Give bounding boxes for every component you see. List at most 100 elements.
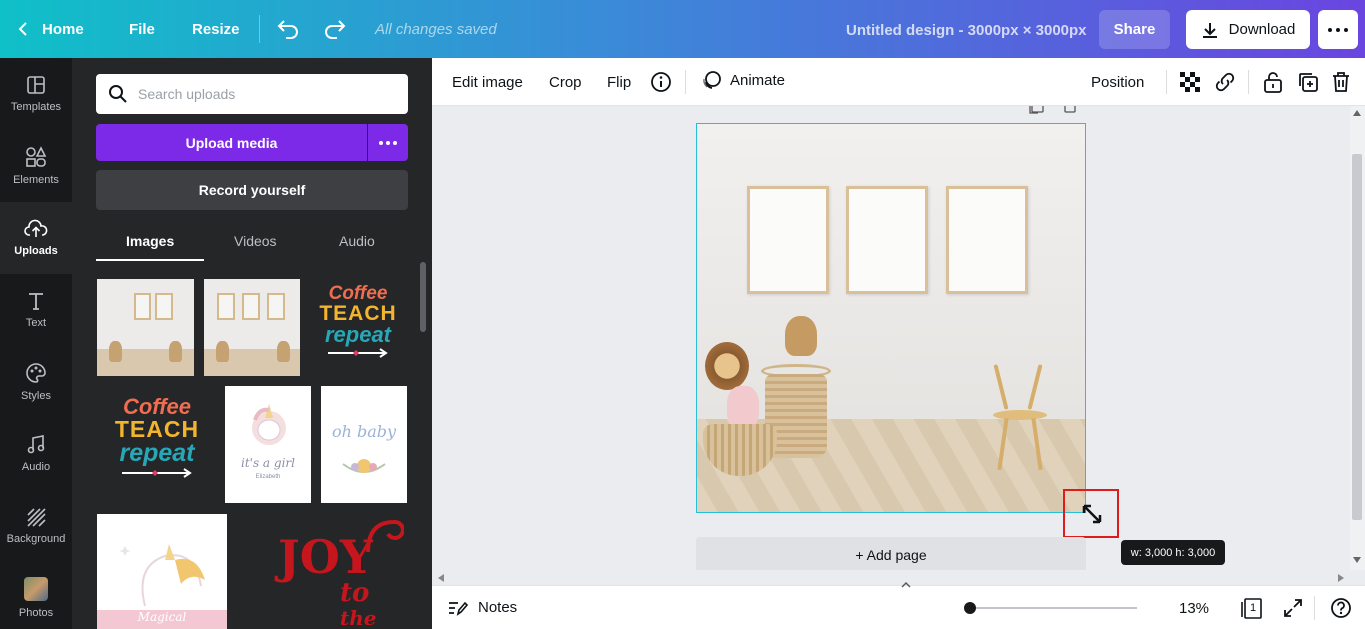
redo-icon[interactable]: [323, 18, 347, 40]
chevron-up-icon[interactable]: [901, 582, 911, 588]
chevron-left-icon: [18, 22, 27, 36]
scrollbar-thumb[interactable]: [1352, 154, 1362, 520]
rail-item-elements[interactable]: Elements: [0, 130, 72, 202]
upload-more-button[interactable]: [368, 124, 408, 161]
context-toolbar: Edit image Crop Flip Animate Position: [432, 58, 1365, 106]
zoom-slider-handle[interactable]: [964, 602, 976, 614]
top-bar: Home File Resize All changes saved Untit…: [0, 0, 1365, 58]
picture-frame: [846, 186, 928, 294]
thumb-toy: [215, 341, 229, 363]
upload-thumbnail-nursery-2[interactable]: [204, 279, 300, 376]
animate-label: Animate: [730, 71, 786, 89]
position-button[interactable]: Position: [1091, 74, 1144, 91]
rail-label: Elements: [13, 174, 59, 186]
upload-thumbnail-coffee-teach-repeat-2[interactable]: Coffee TEACH repeat: [112, 396, 202, 500]
size-tooltip: w: 3,000 h: 3,000: [1121, 540, 1225, 565]
scroll-left-icon[interactable]: [438, 574, 444, 582]
panel-scrollbar[interactable]: [420, 262, 426, 332]
scroll-right-icon[interactable]: [1338, 574, 1344, 582]
duplicate-icon[interactable]: [1297, 71, 1319, 93]
canva-editor: Home File Resize All changes saved Untit…: [0, 0, 1365, 629]
share-button[interactable]: Share: [1099, 10, 1170, 49]
save-status: All changes saved: [375, 21, 497, 38]
upload-thumbnail-its-a-girl[interactable]: it's a girl Elizabeth: [225, 386, 311, 503]
the-text: the: [340, 606, 377, 629]
zoom-level[interactable]: 13%: [1179, 600, 1209, 617]
more-dots-icon: [1328, 27, 1348, 32]
transparency-icon[interactable]: [1179, 71, 1201, 93]
rail-item-uploads[interactable]: Uploads: [0, 202, 72, 274]
rail-label: Styles: [21, 390, 51, 402]
search-input[interactable]: [138, 86, 388, 102]
design-page[interactable]: [696, 123, 1086, 513]
crop-button[interactable]: Crop: [549, 74, 582, 91]
undo-icon[interactable]: [276, 18, 300, 40]
design-title[interactable]: Untitled design - 3000px × 3000px: [846, 22, 1087, 39]
upload-thumbnail-oh-baby[interactable]: oh baby: [321, 386, 407, 503]
footer-divider: [1314, 596, 1315, 620]
uploads-panel: Upload media Record yourself Images Vide…: [72, 58, 432, 629]
lock-icon[interactable]: [1263, 71, 1283, 93]
flip-button[interactable]: Flip: [607, 74, 631, 91]
record-yourself-button[interactable]: Record yourself: [96, 170, 408, 210]
notes-icon: [449, 601, 468, 616]
upload-thumbnail-coffee-teach-repeat-1[interactable]: Coffee TEACH repeat: [314, 284, 402, 372]
upload-thumbnail-nursery-1[interactable]: [97, 279, 194, 376]
resize-button[interactable]: Resize: [192, 0, 240, 58]
tab-videos[interactable]: Videos: [234, 233, 277, 249]
unicorn-illustration: [119, 544, 205, 607]
info-icon[interactable]: [650, 71, 672, 93]
tab-images[interactable]: Images: [126, 233, 174, 249]
page-count-button[interactable]: 1: [1240, 596, 1264, 620]
animate-icon: [703, 71, 721, 89]
add-page-button[interactable]: + Add page: [696, 537, 1086, 573]
link-icon[interactable]: [1214, 71, 1236, 93]
animate-button[interactable]: Animate: [702, 70, 785, 90]
trash-icon[interactable]: [1331, 71, 1351, 93]
scroll-up-icon[interactable]: [1353, 110, 1361, 116]
help-icon[interactable]: [1330, 597, 1352, 619]
repeat-text: repeat: [324, 322, 392, 347]
add-page-icon[interactable]: [1064, 106, 1076, 114]
zoom-slider-track[interactable]: [969, 607, 1137, 609]
home-button[interactable]: Home: [18, 0, 84, 58]
duplicate-page-icon[interactable]: [1028, 106, 1044, 114]
edit-image-button[interactable]: Edit image: [452, 74, 523, 91]
music-note-icon: [27, 435, 45, 454]
scroll-down-icon[interactable]: [1353, 557, 1361, 563]
rail-item-audio[interactable]: Audio: [0, 418, 72, 490]
text-icon: [29, 293, 43, 310]
rail-label: Templates: [10, 101, 62, 113]
file-menu-button[interactable]: File: [129, 0, 155, 58]
joy-text: JOY: [278, 530, 373, 584]
notes-label: Notes: [478, 599, 518, 616]
rail-item-background[interactable]: Background: [0, 490, 72, 562]
home-label: Home: [42, 20, 84, 38]
rail-label: Background: [6, 533, 66, 545]
download-button[interactable]: Download: [1186, 10, 1310, 49]
toolbar-divider: [1166, 70, 1167, 94]
upload-thumbnail-joy-to-the-world[interactable]: JOY to the: [268, 514, 408, 629]
more-options-button[interactable]: [1318, 10, 1358, 49]
vertical-scrollbar[interactable]: [1350, 106, 1365, 570]
rail-item-templates[interactable]: Templates: [0, 58, 72, 130]
fullscreen-icon[interactable]: [1282, 597, 1304, 619]
tab-audio[interactable]: Audio: [339, 233, 375, 249]
thumb-toy: [108, 341, 123, 363]
picture-frame: [946, 186, 1028, 294]
swirl-ornament: [366, 519, 404, 553]
highlighted-resize-handle: [1063, 489, 1119, 538]
active-tab-indicator: [96, 259, 204, 261]
topbar-divider: [259, 15, 260, 43]
upload-media-button[interactable]: Upload media: [96, 124, 367, 161]
upload-thumbnail-magical-unicorn[interactable]: Magical: [97, 514, 227, 629]
horizontal-scrollbar[interactable]: [432, 570, 1350, 585]
thumb-frame: [242, 292, 260, 320]
rail-item-styles[interactable]: Styles: [0, 346, 72, 418]
templates-icon: [27, 76, 45, 94]
notes-button[interactable]: Notes: [448, 599, 517, 616]
rail-item-text[interactable]: Text: [0, 274, 72, 346]
rail-item-photos[interactable]: Photos: [0, 562, 72, 629]
search-box[interactable]: [96, 74, 408, 114]
elements-icon: [26, 146, 47, 167]
